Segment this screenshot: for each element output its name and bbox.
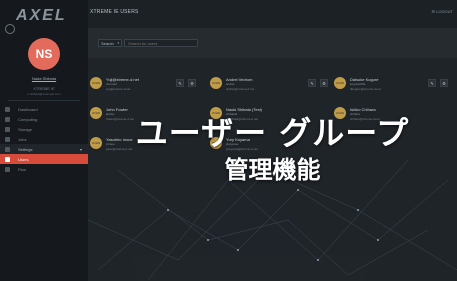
user-id: xtreme3	[106, 82, 117, 86]
chevron-down-icon: ▾	[79, 146, 82, 152]
user-email: yuji@xtreme-d.net	[106, 87, 131, 91]
search-input[interactable]	[124, 39, 198, 47]
user-settings-button[interactable]: ⚙	[320, 79, 328, 87]
user-email: dkogure@xtreme-d.net	[350, 87, 381, 91]
sidebar-item-storage[interactable]: Storage	[0, 124, 88, 134]
user-id: kogure0011	[350, 82, 366, 86]
status-dot-icon	[5, 24, 15, 34]
computing-icon	[5, 116, 10, 122]
toolbar: Search ▾	[88, 28, 457, 58]
sidebar-item-label: Dashboard	[18, 106, 38, 112]
page: AXEL NS Nada Shibata XTREME IE n.shibata…	[0, 0, 457, 281]
user-role: XTREME IE	[33, 86, 55, 91]
filter-select-label: Search	[101, 40, 114, 46]
sidebar-item-label: Settings	[18, 146, 33, 152]
sidebar: AXEL NS Nada Shibata XTREME IE n.shibata…	[0, 0, 89, 281]
sidebar-item-label: Users	[18, 156, 29, 162]
user-settings-button[interactable]: ⚙	[440, 79, 448, 87]
user-email: andrei@xtreme-d.net	[226, 87, 255, 91]
sidebar-item-label: Computing	[18, 116, 38, 122]
sidebar-item-dashboard[interactable]: Dashboard	[0, 104, 88, 114]
user-settings-button[interactable]: ⚙	[188, 79, 196, 87]
user-avatar: JOHN	[334, 77, 346, 89]
filter-select[interactable]: Search ▾	[98, 39, 122, 47]
topbar: XTREME IE USERS ☰ LOGOUT	[88, 0, 457, 28]
sidebar-item-plan[interactable]: Plan	[0, 164, 88, 174]
user-avatar: JOHN	[90, 77, 102, 89]
sidebar-item-label: Plan	[18, 166, 27, 172]
user-avatar: JOHN	[210, 77, 222, 89]
chevron-down-icon: ▾	[117, 41, 119, 45]
sidebar-item-users[interactable]: Users	[0, 154, 88, 164]
sidebar-divider	[8, 100, 80, 101]
storage-icon	[5, 126, 10, 132]
plan-icon	[5, 166, 10, 172]
user-name-link[interactable]: Nada Shibata	[0, 76, 88, 81]
user-card[interactable]: JOHN Andrei Vedrom andrei andrei@xtreme-…	[208, 68, 328, 98]
edit-user-button[interactable]: ✎	[308, 79, 316, 87]
avatar[interactable]: NS	[28, 38, 60, 70]
user-id: andrei	[226, 82, 235, 86]
sidebar-item-label: Jobs	[18, 136, 27, 142]
edit-user-button[interactable]: ✎	[176, 79, 184, 87]
sidebar-item-settings[interactable]: Settings ▾	[0, 144, 88, 154]
logout-button[interactable]: ☰ LOGOUT	[431, 9, 453, 14]
sidebar-item-label: Storage	[18, 126, 33, 132]
user-email: n.shibata@example.com	[27, 92, 61, 96]
users-icon	[5, 156, 10, 162]
dashboard-icon	[5, 106, 10, 112]
edit-user-button[interactable]: ✎	[428, 79, 436, 87]
user-card[interactable]: JOHN Yuji@xtreme-d.net xtreme3 yuji@xtre…	[88, 68, 198, 98]
jobs-icon	[5, 136, 10, 142]
user-card[interactable]: JOHN Daisuke Kogure kogure0011 dkogure@x…	[332, 68, 448, 98]
sidebar-item-computing[interactable]: Computing	[0, 114, 88, 124]
overlay-title: ユーザー グループ	[135, 114, 410, 152]
sidebar-item-jobs[interactable]: Jobs	[0, 134, 88, 144]
overlay-subtitle: 管理機能	[224, 156, 321, 184]
sidebar-menu: Dashboard Computing Storage Jobs Setting…	[0, 104, 88, 174]
settings-icon	[5, 146, 10, 152]
svg-text:AXEL: AXEL	[16, 7, 67, 24]
app-logo[interactable]: AXEL	[16, 6, 76, 24]
page-title: XTREME IE USERS	[90, 9, 139, 15]
